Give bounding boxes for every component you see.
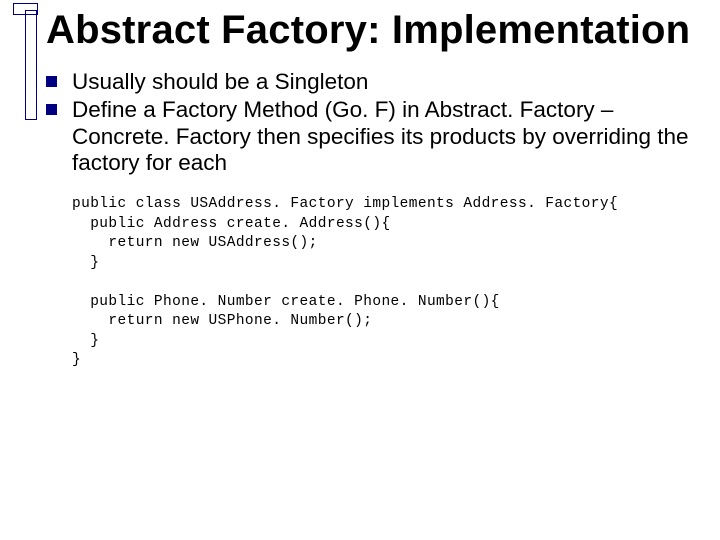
bullet-list: Usually should be a Singleton Define a F… [46, 69, 698, 177]
accent-horizontal [13, 3, 38, 15]
page-title: Abstract Factory: Implementation [46, 8, 698, 53]
accent-vertical [25, 10, 37, 120]
list-item: Define a Factory Method (Go. F) in Abstr… [46, 97, 698, 177]
code-block: public class USAddress. Factory implemen… [72, 195, 698, 371]
slide: Abstract Factory: Implementation Usually… [0, 0, 720, 540]
list-item: Usually should be a Singleton [46, 69, 698, 96]
